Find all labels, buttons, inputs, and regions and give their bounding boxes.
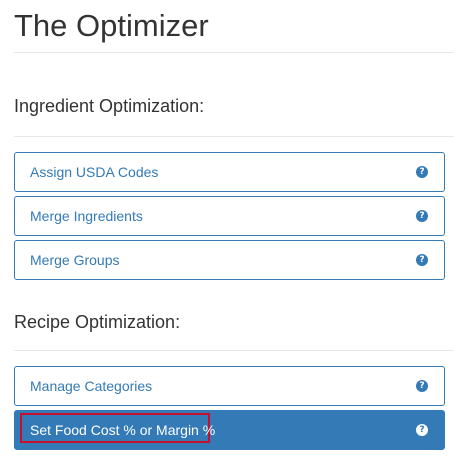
- merge-groups-label: Merge Groups: [30, 252, 120, 268]
- set-food-cost-margin-button[interactable]: Set Food Cost % or Margin % ?: [14, 410, 445, 450]
- recipe-section-divider: [14, 350, 454, 351]
- assign-usda-codes-label: Assign USDA Codes: [30, 164, 159, 180]
- question-circle-icon[interactable]: ?: [416, 210, 428, 222]
- assign-usda-codes-button[interactable]: Assign USDA Codes ?: [14, 152, 445, 192]
- question-circle-icon[interactable]: ?: [416, 380, 428, 392]
- ingredient-optimization-heading: Ingredient Optimization:: [14, 96, 205, 116]
- question-circle-icon[interactable]: ?: [416, 424, 428, 436]
- manage-categories-button[interactable]: Manage Categories ?: [14, 366, 445, 406]
- question-circle-icon[interactable]: ?: [416, 166, 428, 178]
- question-circle-icon[interactable]: ?: [416, 254, 428, 266]
- merge-ingredients-label: Merge Ingredients: [30, 208, 143, 224]
- manage-categories-label: Manage Categories: [30, 378, 153, 394]
- set-food-cost-margin-label: Set Food Cost % or Margin %: [30, 422, 216, 438]
- title-divider: [14, 52, 454, 53]
- ingredient-section-divider: [14, 136, 454, 137]
- merge-groups-button[interactable]: Merge Groups ?: [14, 240, 445, 280]
- recipe-optimization-heading: Recipe Optimization:: [14, 312, 181, 332]
- page-title: The Optimizer: [14, 8, 209, 43]
- merge-ingredients-button[interactable]: Merge Ingredients ?: [14, 196, 445, 236]
